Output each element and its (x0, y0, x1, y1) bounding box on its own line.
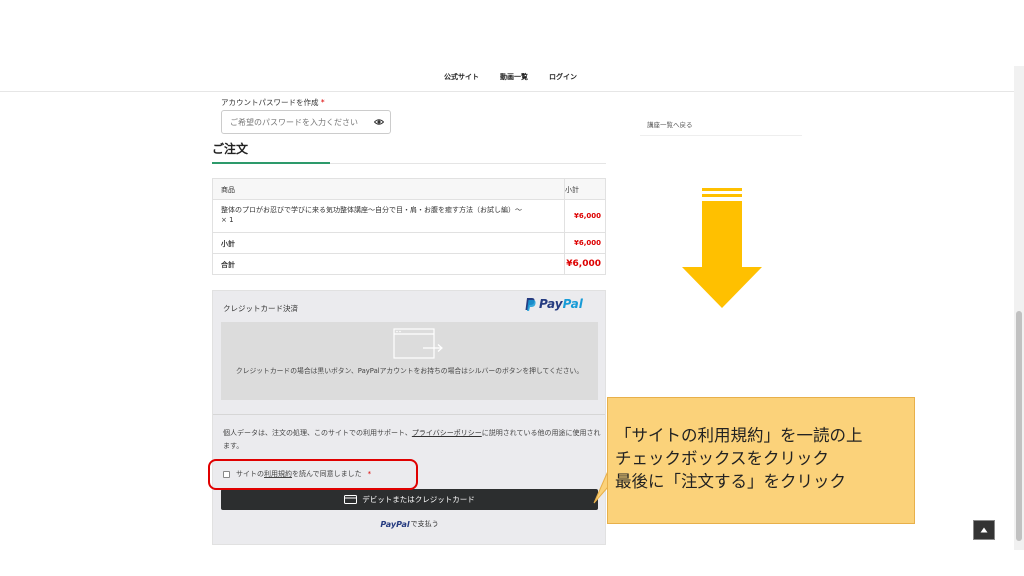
down-arrow (682, 188, 762, 308)
password-label-text: アカウントパスワードを作成 (221, 98, 319, 107)
item-price: ¥6,000 (573, 212, 601, 220)
privacy-text-1: 個人データは、注文の処理、このサイトでの利用サポート、 (223, 429, 412, 437)
order-title: ご注文 (212, 142, 249, 156)
required-mark: * (320, 98, 325, 107)
sidebar-divider (640, 135, 802, 136)
card-notice-text: クレジットカードの場合は黒いボタン、PayPalアカウントをお持ちの場合はシルバ… (235, 367, 584, 375)
total-value: ¥6,000 (566, 259, 601, 269)
paypal-p-icon (525, 298, 536, 311)
item-name-cell: 整体のプロがお忍びで学びに来る気功整体講座〜自分で目・肩・お腹を癒す方法（お試し… (221, 205, 551, 225)
password-field[interactable]: ご希望のパスワードを入力ください (221, 110, 391, 134)
card-window-icon (393, 328, 443, 359)
total-label: 合計 (221, 261, 235, 269)
item-name: 整体のプロがお忍びで学びに来る気功整体講座〜自分で目・肩・お腹を癒す方法（お試し… (221, 206, 522, 214)
table-row-subtotal: 小計 ¥6,000 (213, 232, 605, 253)
payment-method-title: クレジットカード決済 (223, 304, 298, 313)
subtotal-value: ¥6,000 (573, 239, 601, 247)
nav-item-login[interactable]: ログイン (549, 72, 577, 82)
heading-accent (212, 162, 330, 164)
item-quantity: × 1 (221, 216, 234, 224)
table-row-total: 合計 ¥6,000 (213, 253, 605, 274)
callout-line-2: チェックボックスをクリック (615, 449, 830, 468)
table-header-row: 商品 小計 (213, 179, 605, 199)
scrollbar-thumb[interactable] (1016, 311, 1022, 541)
payment-box: クレジットカード決済 PayPal クレジットカードの場合は黒いボタン、PayP… (212, 290, 606, 545)
paypal-button-logo: PayPal (380, 520, 409, 529)
paypal-button-logo-text: PayPal (380, 519, 410, 529)
debit-credit-button[interactable]: デビットまたはクレジットカード (221, 489, 598, 510)
callout-line-1: 「サイトの利用規約」を一読の上 (615, 426, 863, 445)
back-to-courses-link[interactable]: 講座一覧へ戻る (647, 119, 693, 129)
password-label: アカウントパスワードを作成 * (221, 97, 325, 108)
debit-button-label: デビットまたはクレジットカード (362, 495, 475, 504)
subtotal-label: 小計 (221, 240, 235, 248)
callout-text: 「サイトの利用規約」を一読の上 チェックボックスをクリック 最後に「注文する」を… (615, 424, 863, 493)
password-placeholder: ご希望のパスワードを入力ください (230, 118, 358, 127)
privacy-policy-link[interactable]: プライバシーポリシー (412, 429, 482, 437)
paypal-pay-button[interactable]: PayPal で支払う (221, 514, 598, 534)
table-row-item: 整体のプロがお忍びで学びに来る気功整体講座〜自分で目・肩・お腹を癒す方法（お試し… (213, 199, 605, 232)
paypal-logo: PayPal (525, 297, 583, 311)
nav-item-official-site[interactable]: 公式サイト (444, 72, 479, 82)
card-notice-area: クレジットカードの場合は黒いボタン、PayPalアカウントをお持ちの場合はシルバ… (221, 322, 598, 400)
chevron-up-icon (980, 527, 988, 533)
eye-icon[interactable] (374, 118, 384, 126)
back-to-top-button[interactable] (973, 520, 995, 540)
privacy-notice: 個人データは、注文の処理、このサイトでの利用サポート、プライバシーポリシーに説明… (223, 427, 601, 453)
header-product: 商品 (221, 186, 235, 194)
callout-line-3: 最後に「注文する」をクリック (615, 472, 846, 491)
paypal-logo-pay: Pay (539, 297, 563, 311)
payment-divider (213, 414, 605, 415)
order-table: 商品 小計 整体のプロがお忍びで学びに来る気功整体講座〜自分で目・肩・お腹を癒す… (212, 178, 606, 275)
nav-item-video-list[interactable]: 動画一覧 (500, 72, 528, 82)
paypal-logo-pal: Pal (562, 297, 583, 311)
paypal-button-suffix: で支払う (410, 520, 439, 528)
credit-card-icon (344, 495, 358, 504)
top-nav: 公式サイト 動画一覧 ログイン (0, 66, 1014, 92)
terms-highlight-box (208, 459, 418, 490)
header-subtotal: 小計 (565, 186, 579, 194)
page-scrollbar[interactable] (1014, 66, 1024, 550)
